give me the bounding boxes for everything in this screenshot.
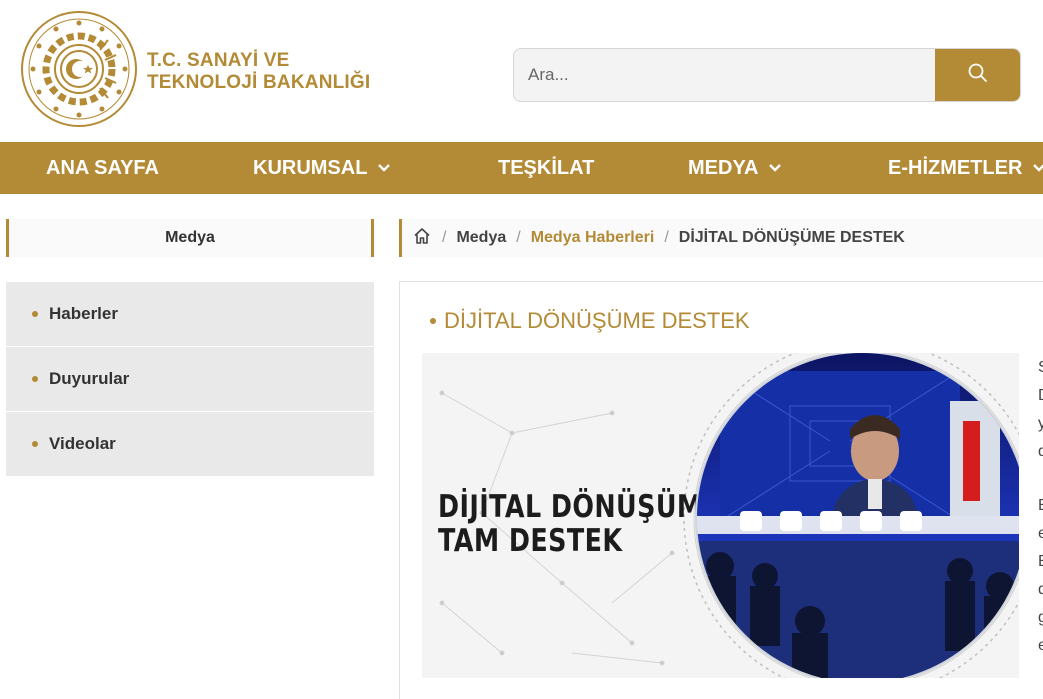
- search-input[interactable]: [514, 49, 937, 101]
- bullet-icon: [32, 376, 38, 382]
- hero-line-1: DİJİTAL DÖNÜŞÜME: [438, 489, 721, 525]
- main-nav: ANA SAYFA KURUMSAL TEŞKİLAT MEDYA E-HİZM…: [0, 142, 1043, 194]
- sidebar-item-videolar[interactable]: Videolar: [6, 412, 374, 477]
- article-title-text: DİJİTAL DÖNÜŞÜME DESTEK: [444, 308, 750, 333]
- breadcrumb: / Medya / Medya Haberleri / DİJİTAL DÖNÜ…: [399, 219, 1043, 257]
- ministry-emblem-icon[interactable]: [20, 10, 138, 128]
- bullet-icon: [32, 311, 38, 317]
- hero-headline: DİJİTAL DÖNÜŞÜME TAM DESTEK: [438, 490, 720, 558]
- brand-line-2: TEKNOLOJİ BAKANLIĞI: [147, 72, 371, 93]
- bullet-icon: [32, 441, 38, 447]
- sidebar-item-duyurular[interactable]: Duyurular: [6, 347, 374, 412]
- article-title: DİJİTAL DÖNÜŞÜME DESTEK: [430, 308, 750, 334]
- site-header: T.C. SANAYİ VE TEKNOLOJİ BAKANLIĞI: [0, 0, 1043, 142]
- home-icon[interactable]: [412, 226, 432, 251]
- chevron-down-icon: [768, 163, 782, 173]
- sidebar-item-haberler[interactable]: Haberler: [6, 282, 374, 347]
- sidebar-item-label: Videolar: [49, 434, 116, 453]
- bullet-icon: [430, 318, 436, 324]
- article-body-edge: B e B d g e: [1038, 497, 1043, 654]
- sidebar-menu: Haberler Duyurular Videolar: [6, 282, 374, 477]
- nav-item-label: KURUMSAL: [253, 156, 368, 179]
- brand-name[interactable]: T.C. SANAYİ VE TEKNOLOJİ BAKANLIĞI: [147, 50, 370, 94]
- sidebar-title: Medya: [6, 219, 374, 257]
- search-bar: [513, 48, 1021, 102]
- nav-item-ana-sayfa[interactable]: ANA SAYFA: [46, 142, 159, 194]
- breadcrumb-separator: /: [664, 229, 669, 246]
- article-card: DİJİTAL DÖNÜŞÜME DESTEK DİJİTAL DÖNÜŞÜME…: [399, 281, 1043, 699]
- event-photo: [695, 353, 1019, 678]
- nav-item-label: E-HİZMETLER: [888, 156, 1023, 179]
- chevron-down-icon: [377, 163, 391, 173]
- sidebar-item-label: Haberler: [49, 304, 118, 323]
- sidebar-item-label: Duyurular: [49, 369, 130, 388]
- nav-item-label: MEDYA: [688, 156, 759, 179]
- breadcrumb-separator: /: [516, 229, 521, 246]
- breadcrumb-medya-haberleri[interactable]: Medya Haberleri: [531, 229, 655, 247]
- search-button[interactable]: [935, 49, 1020, 101]
- nav-item-label: ANA SAYFA: [46, 156, 159, 179]
- breadcrumb-medya[interactable]: Medya: [456, 229, 506, 247]
- article-hero-image[interactable]: DİJİTAL DÖNÜŞÜME TAM DESTEK: [422, 353, 1019, 678]
- chevron-down-icon: [1032, 163, 1043, 173]
- breadcrumb-separator: /: [442, 229, 447, 246]
- nav-item-teskilat[interactable]: TEŞKİLAT: [498, 142, 594, 194]
- nav-item-medya[interactable]: MEDYA: [688, 142, 782, 194]
- brand-line-1: T.C. SANAYİ VE: [147, 50, 290, 71]
- breadcrumb-current: DİJİTAL DÖNÜŞÜME DESTEK: [678, 229, 905, 246]
- nav-item-e-hizmetler[interactable]: E-HİZMETLER: [888, 142, 1043, 194]
- nav-item-kurumsal[interactable]: KURUMSAL: [253, 142, 391, 194]
- search-icon: [967, 62, 989, 89]
- nav-item-label: TEŞKİLAT: [498, 156, 595, 179]
- article-body-edge: S D y d: [1038, 359, 1043, 460]
- hero-line-2: TAM DESTEK: [438, 523, 623, 559]
